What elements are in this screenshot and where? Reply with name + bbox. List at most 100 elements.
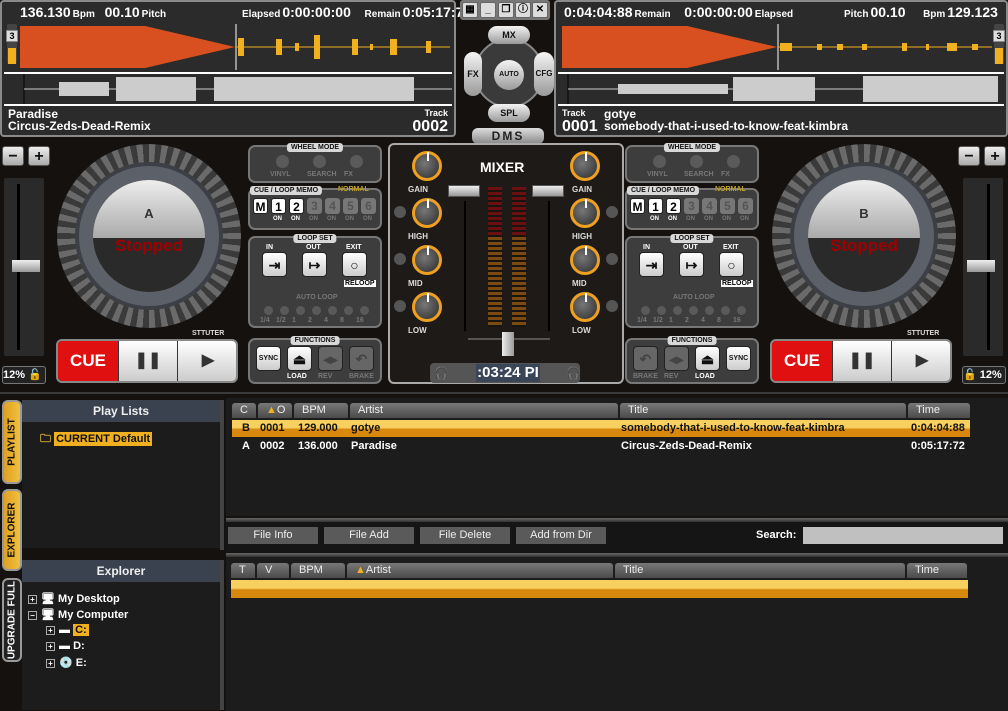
deck-b-wheel-search-button[interactable] xyxy=(690,155,703,168)
tree-item-my-computer[interactable]: − 🖥 My Computer xyxy=(28,608,128,621)
deck-b-load-button[interactable]: ⏏ xyxy=(695,346,720,371)
deck-a-memo-4-button[interactable]: 4 xyxy=(325,198,340,214)
deck-b-auto-loop-button[interactable] xyxy=(689,306,698,315)
deck-b-wheel-vinyl-button[interactable] xyxy=(653,155,666,168)
file-delete-button[interactable]: File Delete xyxy=(420,527,510,544)
channel-a-high-kill-button[interactable] xyxy=(394,206,406,218)
deck-a-auto-loop-button[interactable] xyxy=(328,306,337,315)
deck-b-memo-1-button[interactable]: 1 xyxy=(648,198,663,214)
deck-b-rev-button[interactable]: ◂▸ xyxy=(664,346,689,371)
explorer-scrollbar[interactable] xyxy=(220,560,224,710)
col-header-artist[interactable]: ▲Artist xyxy=(347,563,613,578)
table-row[interactable]: B 0001 129.000 gotye somebody-that-i-used-to… xyxy=(232,420,970,437)
deck-a-cue-button[interactable]: CUE xyxy=(58,341,118,381)
close-button[interactable]: ✕ xyxy=(532,2,548,18)
col-header-title[interactable]: Title xyxy=(620,403,906,418)
headphone-b-icon[interactable]: 🎧 xyxy=(566,366,581,380)
keyboard-button[interactable]: ▦ xyxy=(462,2,478,18)
minimize-button[interactable]: _ xyxy=(480,2,496,18)
search-input[interactable] xyxy=(803,527,1003,544)
deck-a-waveform-zoom[interactable] xyxy=(20,24,452,70)
deck-b-memo-M-button[interactable]: M xyxy=(630,198,645,214)
deck-a-rev-button[interactable]: ◂▸ xyxy=(318,346,343,371)
deck-b-auto-loop-button[interactable] xyxy=(673,306,682,315)
deck-b-jog-wheel[interactable]: B Stopped xyxy=(772,144,956,328)
col-header-bpm[interactable]: BPM xyxy=(291,563,345,578)
deck-a-auto-loop-button[interactable] xyxy=(280,306,289,315)
deck-b-memo-6-button[interactable]: 6 xyxy=(738,198,753,214)
channel-a-gain-knob[interactable] xyxy=(412,151,442,181)
tree-item-drive-c[interactable]: + ▬ C: xyxy=(46,624,89,636)
deck-b-pitch-plus-button[interactable]: + xyxy=(984,146,1006,166)
channel-b-high-kill-button[interactable] xyxy=(606,206,618,218)
col-header-t[interactable]: T xyxy=(231,563,255,578)
deck-a-memo-5-button[interactable]: 5 xyxy=(343,198,358,214)
cfg-button[interactable]: CFG xyxy=(534,52,554,96)
deck-b-auto-loop-button[interactable] xyxy=(705,306,714,315)
file-info-button[interactable]: File Info xyxy=(228,527,318,544)
headphone-a-icon[interactable]: 🎧 xyxy=(434,366,449,380)
table-row[interactable]: A 0002 136.000 Paradise Circus-Zeds-Dead-Rem… xyxy=(232,438,970,455)
deck-b-auto-loop-button[interactable] xyxy=(657,306,666,315)
deck-a-memo-M-button[interactable]: M xyxy=(253,198,268,214)
deck-a-loop-exit-button[interactable]: ○ xyxy=(342,252,367,277)
playlist-item[interactable]: 🗀 CURRENT Default xyxy=(40,430,153,449)
deck-a-play-button[interactable]: ▶ xyxy=(178,341,236,381)
deck-b-pause-button[interactable]: ❚❚ xyxy=(833,341,891,381)
deck-a-loop-out-button[interactable]: ↦ xyxy=(302,252,327,277)
deck-b-play-button[interactable]: ▶ xyxy=(892,341,950,381)
deck-a-sync-button[interactable]: SYNC xyxy=(256,346,281,371)
deck-a-auto-loop-button[interactable] xyxy=(344,306,353,315)
channel-a-mid-kill-button[interactable] xyxy=(394,253,406,265)
channel-a-high-knob[interactable] xyxy=(412,198,442,228)
deck-b-memo-2-button[interactable]: 2 xyxy=(666,198,681,214)
deck-a-load-button[interactable]: ⏏ xyxy=(287,346,312,371)
table-row[interactable] xyxy=(231,580,968,598)
deck-b-pitch-minus-button[interactable]: − xyxy=(958,146,980,166)
deck-a-auto-loop-button[interactable] xyxy=(264,306,273,315)
fx-button[interactable]: FX xyxy=(464,52,482,96)
channel-a-mid-knob[interactable] xyxy=(412,245,442,275)
col-header-c[interactable]: C xyxy=(232,403,256,418)
spl-button[interactable]: SPL xyxy=(488,104,530,122)
deck-a-pitch-minus-button[interactable]: − xyxy=(2,146,24,166)
deck-b-zoom-slider[interactable]: 3 xyxy=(993,24,1005,64)
deck-b-memo-3-button[interactable]: 3 xyxy=(684,198,699,214)
deck-a-auto-loop-button[interactable] xyxy=(360,306,369,315)
file-add-button[interactable]: File Add xyxy=(324,527,414,544)
col-header-order[interactable]: ▲O xyxy=(258,403,292,418)
tab-explorer[interactable]: EXPLORER xyxy=(2,489,22,571)
channel-b-volume-fader[interactable] xyxy=(532,185,564,197)
info-button[interactable]: ⓘ xyxy=(515,2,531,18)
channel-a-volume-fader[interactable] xyxy=(448,185,480,197)
deck-a-memo-6-button[interactable]: 6 xyxy=(361,198,376,214)
channel-b-mid-kill-button[interactable] xyxy=(606,253,618,265)
deck-a-pitch-plus-button[interactable]: + xyxy=(28,146,50,166)
deck-a-reloop-button[interactable]: RELOOP xyxy=(344,280,376,287)
tab-upgrade-full[interactable]: UPGRADE FULL xyxy=(2,578,22,662)
col-header-time[interactable]: Time xyxy=(907,563,967,578)
deck-a-pitch-slider[interactable] xyxy=(4,178,44,356)
playlists-scrollbar[interactable] xyxy=(220,400,224,550)
col-header-bpm[interactable]: BPM xyxy=(294,403,348,418)
deck-a-memo-3-button[interactable]: 3 xyxy=(307,198,322,214)
channel-b-high-knob[interactable] xyxy=(570,198,600,228)
deck-a-auto-loop-button[interactable] xyxy=(296,306,305,315)
tree-item-my-desktop[interactable]: + 🖥 My Desktop xyxy=(28,592,120,605)
deck-b-loop-in-button[interactable]: ⇥ xyxy=(639,252,664,277)
deck-a-pitch-range[interactable]: 12% 🔓 xyxy=(2,366,46,384)
deck-a-memo-1-button[interactable]: 1 xyxy=(271,198,286,214)
tree-item-drive-d[interactable]: + ▬ D: xyxy=(46,640,85,652)
crossfader[interactable] xyxy=(502,332,514,356)
deck-b-pitch-range[interactable]: 🔓 12% xyxy=(962,366,1006,384)
deck-b-brake-button[interactable]: ↶ xyxy=(633,346,658,371)
deck-b-waveform-zoom[interactable] xyxy=(562,24,992,70)
deck-a-wheel-fx-button[interactable] xyxy=(350,155,363,168)
channel-b-low-knob[interactable] xyxy=(570,292,600,322)
deck-a-loop-in-button[interactable]: ⇥ xyxy=(262,252,287,277)
deck-b-loop-out-button[interactable]: ↦ xyxy=(679,252,704,277)
deck-a-zoom-slider[interactable]: 3 xyxy=(6,24,18,64)
deck-b-memo-5-button[interactable]: 5 xyxy=(720,198,735,214)
deck-a-jog-wheel[interactable]: A Stopped xyxy=(57,144,241,328)
add-from-dir-button[interactable]: Add from Dir xyxy=(516,527,606,544)
